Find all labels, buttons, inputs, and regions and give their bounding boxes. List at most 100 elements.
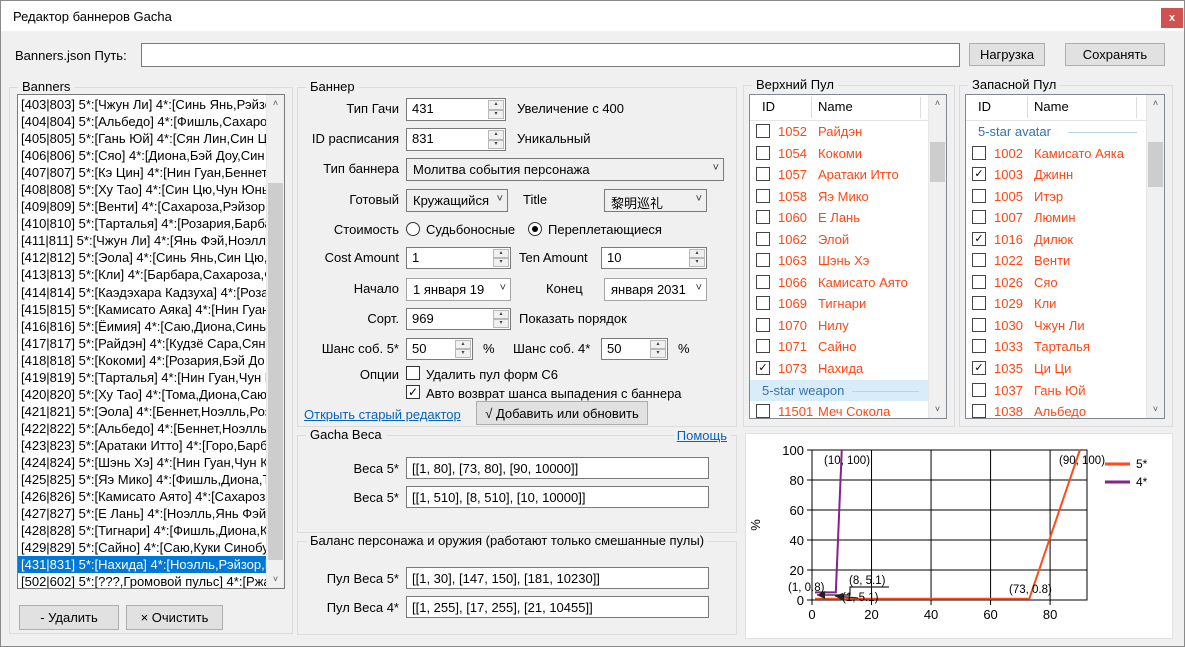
pool-row[interactable]: 1033Тарталья	[966, 336, 1147, 358]
pool-row[interactable]: 1029Кли	[966, 293, 1147, 315]
pool-item-checkbox[interactable]	[972, 383, 986, 397]
banner-list-item[interactable]: [414|814] 5*:[Каэдэхара Кадзуха] 4*:[Роз…	[18, 284, 267, 301]
pool-item-checkbox[interactable]	[972, 318, 986, 332]
spin-up-icon[interactable]: ▴	[488, 100, 504, 110]
ten-amount-spinner[interactable]: 10 ▴▾	[601, 247, 707, 269]
pool-row[interactable]: 1022Венти	[966, 250, 1147, 272]
banner-list-item[interactable]: [408|808] 5*:[Ху Тао] 4*:[Син Цю,Чун Юнь	[18, 181, 267, 198]
banner-list-item[interactable]: [423|823] 5*:[Аратаки Итто] 4*:[Горо,Бар…	[18, 437, 267, 454]
pool-item-checkbox[interactable]	[756, 189, 770, 203]
spin-up-icon[interactable]: ▴	[689, 249, 705, 258]
option-remove-pool-checkbox[interactable]	[406, 366, 420, 380]
pool-row[interactable]: 1030Чжун Ли	[966, 315, 1147, 337]
pool-item-checkbox[interactable]: ✓	[756, 361, 770, 375]
spin-down-icon[interactable]: ▾	[689, 258, 705, 267]
banner-type-combo[interactable]: Молитва события персонажа ˅	[406, 158, 724, 181]
banner-list-item[interactable]: [420|820] 5*:[Ху Тао] 4*:[Тома,Диона,Саю…	[18, 386, 267, 403]
pool-row[interactable]: 1007Люмин	[966, 207, 1147, 229]
banner-list-item[interactable]: [410|810] 5*:[Тарталья] 4*:[Розария,Барб…	[18, 215, 267, 232]
pool-row[interactable]: 11501Меч Сокола	[750, 401, 929, 418]
pool-row[interactable]: 1057Аратаки Итто	[750, 164, 929, 186]
chance5-spinner[interactable]: 50 ▴▾	[406, 338, 473, 360]
cost-radio-intertwined[interactable]	[528, 222, 542, 236]
sort-spinner[interactable]: 969 ▴▾	[406, 308, 511, 330]
spin-down-icon[interactable]: ▾	[455, 349, 471, 358]
scroll-thumb[interactable]	[930, 142, 945, 182]
banners-scrollbar[interactable]: ˄ ˅	[266, 95, 284, 588]
banner-list-item[interactable]: [422|822] 5*:[Альбедо] 4*:[Беннет,Ноэлль…	[18, 420, 267, 437]
pool-item-checkbox[interactable]	[972, 253, 986, 267]
pool-item-checkbox[interactable]	[756, 124, 770, 138]
reserve-pool-list[interactable]: ID Name 5-star avatar1002Камисато Аяка✓1…	[965, 94, 1165, 419]
scroll-up-icon[interactable]: ˄	[267, 95, 284, 112]
spin-up-icon[interactable]: ▴	[650, 340, 666, 349]
add-or-update-button[interactable]: √ Добавить или обновить	[476, 401, 648, 425]
spin-up-icon[interactable]: ▴	[493, 249, 509, 258]
cost-amount-spinner[interactable]: 1 ▴▾	[406, 247, 511, 269]
prefab-combo[interactable]: Кружащийся л ˅	[406, 189, 508, 212]
spin-down-icon[interactable]: ▾	[493, 258, 509, 267]
pool-row[interactable]: ✓1073Нахида	[750, 358, 929, 380]
gacha-type-spinner[interactable]: 431 ▴▾	[406, 98, 506, 121]
pool-item-checkbox[interactable]	[756, 339, 770, 353]
pool-row[interactable]: ✓1016Дилюк	[966, 229, 1147, 251]
pool-item-checkbox[interactable]	[756, 404, 770, 418]
pool-item-checkbox[interactable]	[972, 404, 986, 418]
pool-item-checkbox[interactable]	[756, 253, 770, 267]
banner-list-item[interactable]: [429|829] 5*:[Сайно] 4*:[Саю,Куки Синобу	[18, 539, 267, 556]
banner-list-item[interactable]: [413|813] 5*:[Кли] 4*:[Барбара,Сахароза,…	[18, 266, 267, 283]
pool-row[interactable]: 1037Гань Юй	[966, 380, 1147, 402]
pool-row[interactable]: ✓1003Джинн	[966, 164, 1147, 186]
pool-weights4-input[interactable]	[406, 596, 709, 618]
pool-row[interactable]: 1038Альбедо	[966, 401, 1147, 418]
banner-list-item[interactable]: [431|831] 5*:[Нахида] 4*:[Ноэлль,Рэйзор,…	[18, 556, 267, 573]
pool-item-checkbox[interactable]: ✓	[972, 232, 986, 246]
pool-item-checkbox[interactable]	[756, 275, 770, 289]
banner-list-item[interactable]: [404|804] 5*:[Альбедо] 4*:[Фишль,Сахароз	[18, 113, 267, 130]
pool-row[interactable]: 1062Элой	[750, 229, 929, 251]
cost-radio-fate[interactable]	[406, 222, 420, 236]
pool-item-checkbox[interactable]	[756, 318, 770, 332]
weights4-input[interactable]	[406, 486, 709, 508]
schedule-spinner[interactable]: 831 ▴▾	[406, 128, 506, 151]
reserve-pool-scrollbar[interactable]: ˄ ˅	[1146, 95, 1164, 418]
pool-item-checkbox[interactable]	[756, 210, 770, 224]
scroll-down-icon[interactable]: ˅	[929, 401, 946, 418]
pool-row[interactable]: 1063Шэнь Хэ	[750, 250, 929, 272]
save-button[interactable]: Сохранять	[1065, 43, 1165, 66]
banner-list-item[interactable]: [411|811] 5*:[Чжун Ли] 4*:[Янь Фэй,Ноэлл	[18, 232, 267, 249]
pool-row[interactable]: 1071Сайно	[750, 336, 929, 358]
pool-item-checkbox[interactable]	[756, 167, 770, 181]
scroll-up-icon[interactable]: ˄	[1147, 95, 1164, 112]
spin-up-icon[interactable]: ▴	[488, 130, 504, 140]
banner-list-item[interactable]: [419|819] 5*:[Тарталья] 4*:[Нин Гуан,Чун…	[18, 369, 267, 386]
chance4-spinner[interactable]: 50 ▴▾	[601, 338, 668, 360]
spin-up-icon[interactable]: ▴	[493, 310, 509, 319]
pool-item-checkbox[interactable]	[972, 296, 986, 310]
banner-list-item[interactable]: [407|807] 5*:[Кэ Цин] 4*:[Нин Гуан,Бенне…	[18, 164, 267, 181]
begin-date-combo[interactable]: 1 января 19 ˅	[406, 278, 511, 301]
scroll-up-icon[interactable]: ˄	[929, 95, 946, 112]
banner-list-item[interactable]: [417|817] 5*:[Райдэн] 4*:[Кудзё Сара,Сян…	[18, 335, 267, 352]
pool-item-checkbox[interactable]	[756, 146, 770, 160]
banner-list-item[interactable]: [416|816] 5*:[Ёимия] 4*:[Саю,Диона,Синь	[18, 318, 267, 335]
banner-list-item[interactable]: [424|824] 5*:[Шэнь Хэ] 4*:[Нин Гуан,Чун …	[18, 454, 267, 471]
banner-list-item[interactable]: [405|805] 5*:[Гань Юй] 4*:[Сян Лин,Син Ц	[18, 130, 267, 147]
pool-row[interactable]: 1069Тигнари	[750, 293, 929, 315]
banners-listbox[interactable]: [403|803] 5*:[Чжун Ли] 4*:[Синь Янь,Рэйз…	[17, 94, 285, 589]
pool-row[interactable]: 1060Е Лань	[750, 207, 929, 229]
banner-list-item[interactable]: [502|602] 5*:[???,Громовой пульс] 4*:[Рж…	[18, 573, 267, 588]
close-button[interactable]: x	[1161, 8, 1183, 28]
spin-down-icon[interactable]: ▾	[488, 140, 504, 150]
banner-list-item[interactable]: [409|809] 5*:[Венти] 4*:[Сахароза,Рэйзор…	[18, 198, 267, 215]
banner-list-item[interactable]: [427|827] 5*:[Е Лань] 4*:[Ноэлль,Янь Фэй…	[18, 505, 267, 522]
banner-list-item[interactable]: [421|821] 5*:[Эола] 4*:[Беннет,Ноэлль,Ро…	[18, 403, 267, 420]
banner-list-item[interactable]: [428|828] 5*:[Тигнари] 4*:[Фишль,Диона,К	[18, 522, 267, 539]
pool-item-checkbox[interactable]	[972, 275, 986, 289]
pool-row[interactable]: 1026Сяо	[966, 272, 1147, 294]
pool-row[interactable]: 1052Райдэн	[750, 121, 929, 143]
clear-banner-button[interactable]: × Очистить	[126, 605, 223, 630]
pool-item-checkbox[interactable]	[972, 189, 986, 203]
help-link[interactable]: Помощь	[674, 428, 730, 443]
spin-down-icon[interactable]: ▾	[650, 349, 666, 358]
